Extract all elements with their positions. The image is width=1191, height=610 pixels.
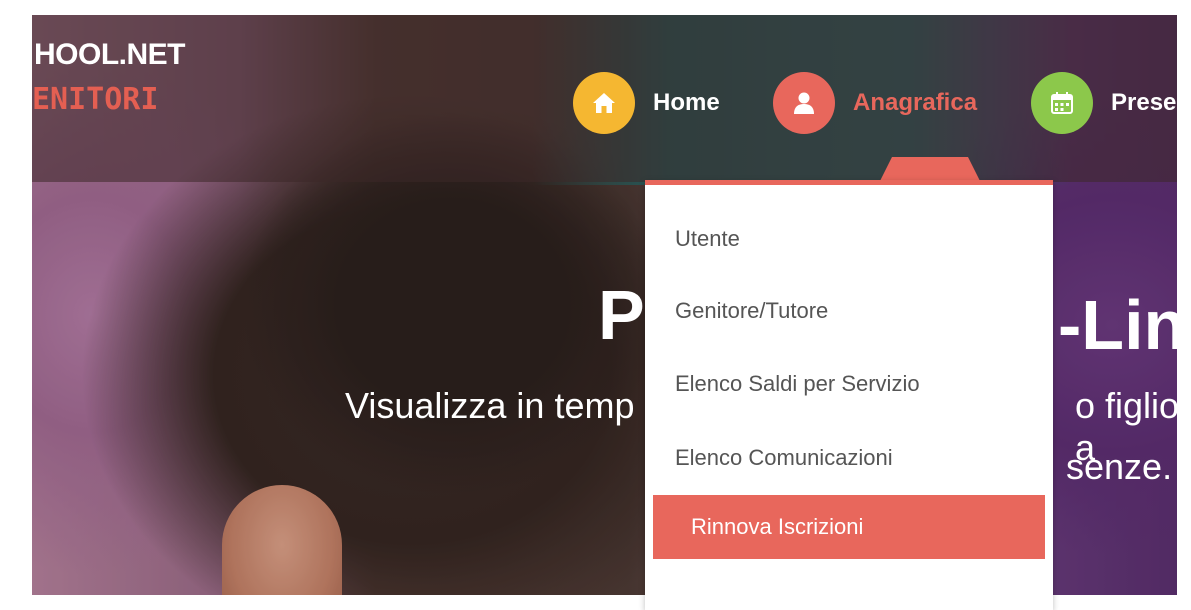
menu-item-genitore-tutore[interactable]: Genitore/Tutore [645, 279, 1053, 343]
hero-subtitle-line2-right: senze. [1066, 446, 1173, 487]
home-icon [573, 72, 635, 134]
nav-item-anagrafica[interactable]: Anagrafica [773, 72, 977, 134]
nav-label-presenze: Prese [1111, 89, 1177, 116]
nav-label-anagrafica: Anagrafica [853, 89, 978, 116]
menu-item-elenco-comunicazioni[interactable]: Elenco Comunicazioni [645, 426, 1053, 490]
nav-label-home: Home [653, 89, 720, 116]
nav-item-home[interactable]: Home [573, 72, 720, 134]
hero-title-right: -Lin [1058, 286, 1187, 364]
anagrafica-dropdown-menu: Utente Genitore/Tutore Elenco Saldi per … [645, 180, 1053, 610]
user-icon [773, 72, 835, 134]
menu-item-rinnova-iscrizioni[interactable]: Rinnova Iscrizioni [653, 495, 1045, 559]
dropdown-caret [880, 157, 980, 181]
nav-item-presenze[interactable]: Prese [1031, 72, 1176, 134]
calendar-icon [1031, 72, 1093, 134]
menu-item-utente[interactable]: Utente [645, 207, 1053, 271]
hero-title-left: P [598, 276, 645, 354]
brand-name[interactable]: HOOL.NET [34, 38, 186, 72]
menu-item-elenco-saldi[interactable]: Elenco Saldi per Servizio [645, 352, 1053, 416]
hero-subtitle-line1-left: Visualizza in temp [345, 385, 635, 426]
brand-subtitle[interactable]: ENITORI [32, 82, 158, 117]
